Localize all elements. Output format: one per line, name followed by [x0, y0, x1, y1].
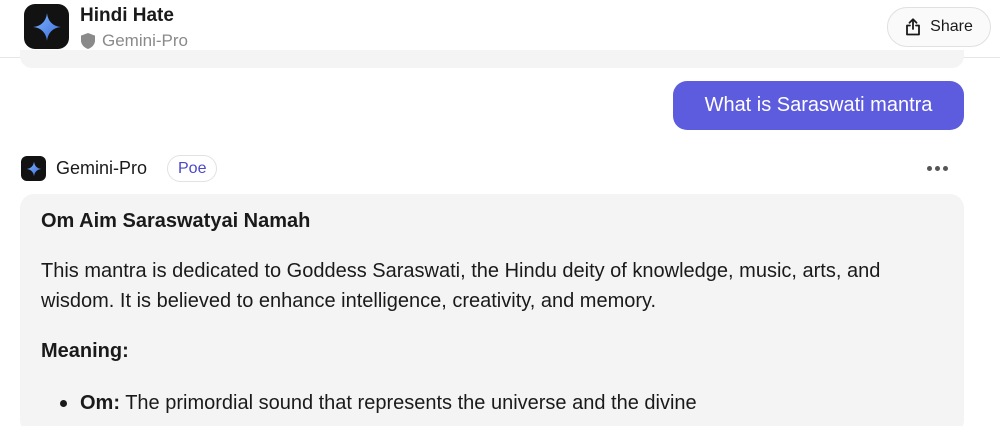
more-dot — [942, 165, 948, 171]
share-label: Share — [930, 18, 973, 35]
share-button[interactable]: Share — [887, 7, 991, 47]
list-item-text: The primordial sound that represents the… — [120, 392, 697, 414]
bot-name-link[interactable]: Gemini-Pro — [56, 158, 147, 179]
response-paragraph: This mantra is dedicated to Goddess Sara… — [41, 260, 881, 312]
list-item: Om: The primordial sound that represents… — [60, 388, 940, 418]
bot-response-card: Om Aim Saraswatyai Namah This mantra is … — [20, 194, 964, 426]
response-heading: Om Aim Saraswatyai Namah — [41, 210, 311, 232]
list-item-term: Om: — [80, 392, 120, 414]
meaning-heading: Meaning: — [41, 340, 129, 362]
shield-icon — [81, 33, 95, 49]
share-icon — [905, 18, 921, 36]
meaning-list: Om: The primordial sound that represents… — [60, 388, 940, 418]
sparkle-icon[interactable] — [21, 156, 46, 181]
bullet — [60, 400, 67, 407]
more-dot — [934, 165, 940, 171]
more-icon[interactable] — [922, 157, 952, 179]
user-message-bubble: What is Saraswati mantra — [673, 81, 964, 130]
bot-subtitle[interactable]: Gemini-Pro — [81, 31, 188, 51]
chat-title: Hindi Hate — [80, 5, 174, 26]
sparkle-icon[interactable] — [24, 4, 69, 49]
more-dot — [926, 165, 932, 171]
bot-subtitle-label: Gemini-Pro — [102, 31, 188, 50]
poe-badge: Poe — [167, 155, 218, 182]
previous-message-card — [20, 50, 964, 68]
user-message-text: What is Saraswati mantra — [704, 94, 933, 116]
